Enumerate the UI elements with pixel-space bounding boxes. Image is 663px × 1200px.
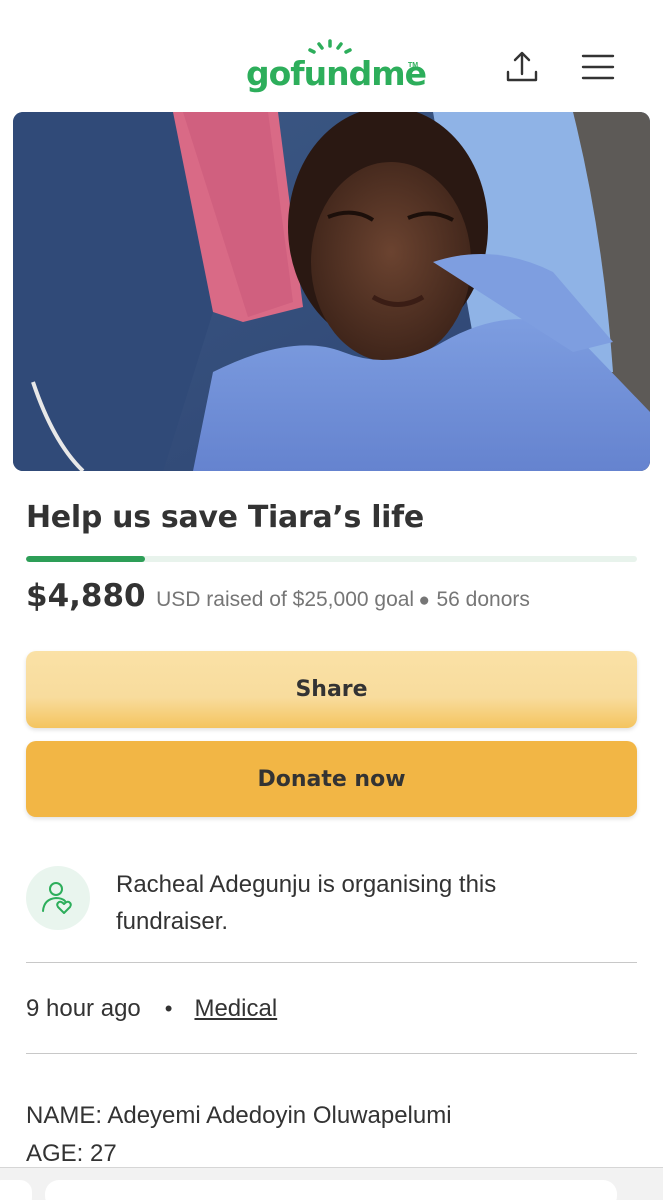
created-time: 9 hour ago: [26, 995, 141, 1022]
logo-wordmark: gofundme: [246, 54, 427, 93]
hamburger-menu-icon[interactable]: [580, 52, 616, 82]
logo-trademark: TM: [408, 62, 419, 69]
goal-text: USD raised of $25,000 goal: [156, 588, 415, 611]
separator-dot: ●: [418, 590, 431, 611]
donate-now-button[interactable]: Donate now: [26, 741, 637, 817]
top-header: gofundme TM: [0, 0, 663, 112]
amount-raised: $4,880: [26, 578, 146, 614]
bottom-tab-left[interactable]: [0, 1180, 32, 1200]
meta-separator: •: [164, 996, 173, 1021]
raised-summary: $4,880 USD raised of $25,000 goal ● 56 d…: [26, 578, 530, 614]
category-link-medical[interactable]: Medical: [194, 995, 277, 1022]
progress-fill: [26, 556, 146, 562]
person-heart-icon: [26, 866, 90, 930]
hero-photo: [13, 112, 650, 471]
divider: [26, 1053, 637, 1054]
share-button[interactable]: Share: [26, 651, 637, 728]
campaign-hero-image[interactable]: [13, 112, 650, 471]
divider: [26, 962, 637, 963]
browser-bottom-bar: [0, 1167, 663, 1200]
fundraising-progress-bar: [26, 556, 637, 562]
donor-count: 56 donors: [436, 588, 530, 611]
campaign-title: Help us save Tiara’s life: [26, 500, 424, 535]
campaign-story: NAME: Adeyemi Adedoyin Oluwapelumi AGE: …: [26, 1097, 452, 1173]
organiser-text: Racheal Adegunju is organising this fund…: [116, 871, 497, 935]
bottom-address-sheet[interactable]: [45, 1180, 617, 1200]
gofundme-logo[interactable]: gofundme TM: [246, 38, 427, 98]
campaign-meta: 9 hour ago • Medical: [26, 995, 277, 1023]
story-name-line: NAME: Adeyemi Adedoyin Oluwapelumi: [26, 1102, 452, 1129]
organiser-info: Racheal Adegunju is organising this fund…: [26, 866, 637, 946]
upload-share-icon[interactable]: [502, 48, 542, 88]
